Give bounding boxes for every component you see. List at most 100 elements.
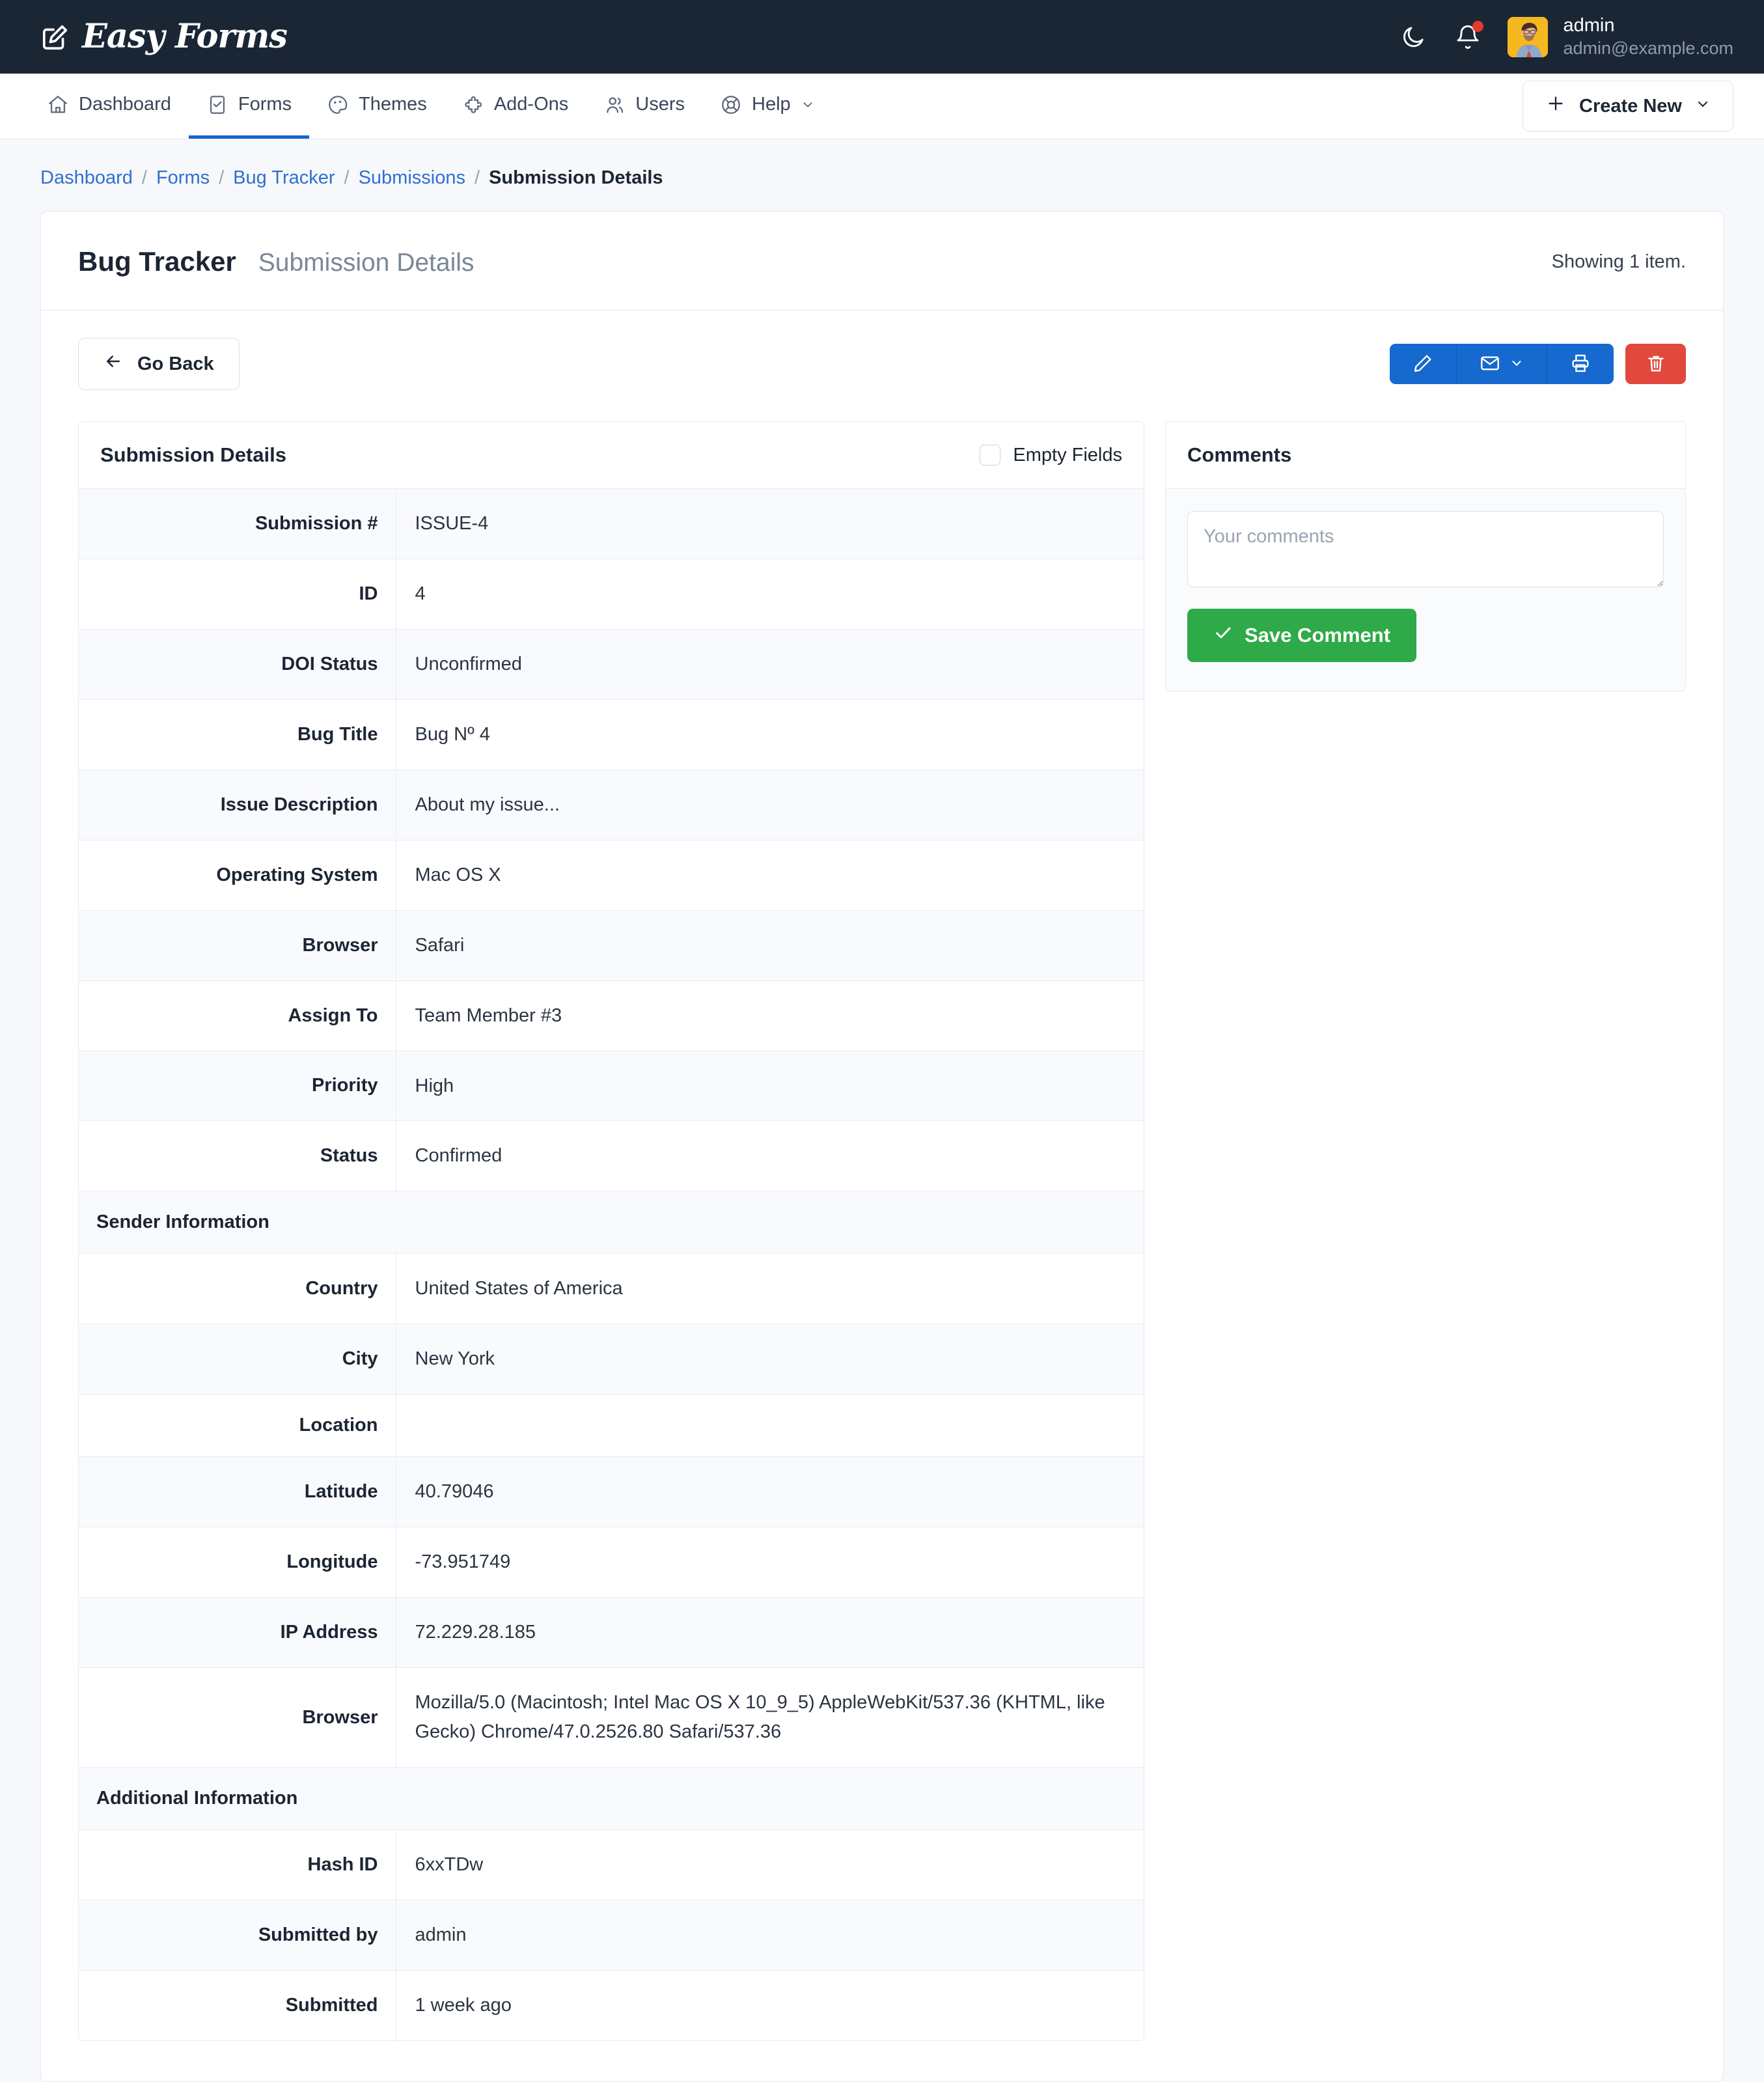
detail-row-label: Submitted — [79, 1970, 396, 2040]
detail-row: DOI Status Unconfirmed — [79, 629, 1144, 700]
user-menu[interactable]: admin admin@example.com — [1508, 14, 1733, 59]
detail-row-value: Safari — [415, 934, 465, 956]
palette-icon — [327, 94, 349, 116]
bell-icon[interactable] — [1453, 20, 1484, 52]
detail-row-label: IP Address — [79, 1597, 396, 1668]
detail-row-label: Browser — [79, 910, 396, 981]
detail-row-label: Assign To — [79, 980, 396, 1051]
user-name: admin — [1563, 15, 1615, 36]
nav-item-users[interactable]: Users — [586, 74, 702, 139]
create-new-button[interactable]: Create New — [1523, 81, 1733, 132]
nav-item-addons[interactable]: Add-Ons — [445, 74, 586, 139]
comments-title: Comments — [1187, 443, 1292, 466]
detail-row-value: Mac OS X — [415, 864, 501, 885]
detail-row-value: Bug Nº 4 — [415, 723, 490, 745]
plus-icon — [1545, 93, 1566, 119]
comments-body: Save Comment — [1166, 489, 1685, 691]
go-back-button[interactable]: Go Back — [78, 338, 240, 390]
detail-row-value: Team Member #3 — [415, 1005, 562, 1026]
chevron-down-icon — [1509, 356, 1524, 372]
detail-row-label: Hash ID — [79, 1829, 396, 1900]
clipboard-check-icon — [206, 94, 228, 116]
breadcrumb-item-forms[interactable]: Forms — [156, 167, 210, 189]
create-new-label: Create New — [1579, 95, 1682, 117]
puzzle-icon — [462, 94, 484, 116]
detail-row-label: Submission # — [79, 489, 396, 559]
detail-row: ID 4 — [79, 559, 1144, 630]
pencil-square-icon — [40, 22, 70, 52]
detail-section-label: Sender Information — [96, 1212, 269, 1233]
submission-action-group — [1390, 344, 1614, 384]
submission-details-table: Submission # ISSUE-4 ID 4 DOI Status Unconfir… — [79, 489, 1144, 2040]
detail-row-value: Unconfirmed — [415, 653, 522, 674]
save-comment-button[interactable]: Save Comment — [1187, 609, 1416, 662]
breadcrumb-item-submissions[interactable]: Submissions — [359, 167, 465, 189]
breadcrumb-separator: / — [474, 167, 480, 188]
submission-details-title: Submission Details — [100, 443, 286, 466]
detail-row-label: Country — [79, 1253, 396, 1324]
toolbar-right — [1390, 344, 1686, 384]
nav-label-addons: Add-Ons — [493, 94, 569, 115]
comments-column: Comments Save Comment — [1165, 421, 1686, 691]
submission-details-rows: Submission # ISSUE-4 ID 4 DOI Status Unconfir… — [79, 489, 1144, 2040]
home-icon — [47, 94, 69, 116]
detail-row: Bug Title Bug Nº 4 — [79, 699, 1144, 770]
detail-row-value: 6xxTDw — [415, 1853, 484, 1875]
detail-row-label: Browser — [79, 1667, 396, 1768]
email-button[interactable] — [1457, 344, 1547, 384]
page-subtitle: Submission Details — [258, 249, 475, 277]
detail-row-label: Bug Title — [79, 699, 396, 770]
submission-details-header: Submission Details Empty Fields — [79, 422, 1144, 489]
nav-label-forms: Forms — [238, 94, 292, 115]
detail-row-label: Operating System — [79, 840, 396, 911]
notification-badge — [1472, 20, 1484, 32]
brand-logo[interactable]: Easy Forms — [40, 17, 288, 56]
detail-row-value: High — [415, 1075, 454, 1096]
detail-row-value: United States of America — [415, 1278, 623, 1299]
chevron-down-icon — [1695, 96, 1711, 117]
brand-name: Easy Forms — [82, 17, 288, 56]
trash-icon — [1646, 353, 1666, 376]
moon-icon[interactable] — [1398, 22, 1428, 52]
comment-input[interactable] — [1187, 511, 1664, 587]
nav-right: Create New — [1523, 74, 1733, 139]
delete-button[interactable] — [1625, 344, 1686, 384]
detail-row: IP Address 72.229.28.185 — [79, 1597, 1144, 1668]
arrow-left-icon — [103, 352, 123, 376]
nav-item-forms[interactable]: Forms — [188, 74, 310, 139]
nav-item-themes[interactable]: Themes — [309, 74, 445, 139]
top-bar-actions: admin admin@example.com — [1398, 14, 1733, 59]
user-email: admin@example.com — [1563, 38, 1733, 58]
detail-row-label: Location — [79, 1394, 396, 1457]
breadcrumb-item-bug-tracker[interactable]: Bug Tracker — [233, 167, 335, 189]
detail-row: Submitted by admin — [79, 1900, 1144, 1971]
edit-button[interactable] — [1390, 344, 1457, 384]
breadcrumb-separator: / — [219, 167, 225, 188]
detail-row-value: -73.951749 — [415, 1551, 511, 1573]
nav-items: Dashboard Forms Themes Add-Ons Users Hel… — [40, 74, 833, 139]
empty-fields-toggle[interactable]: Empty Fields — [980, 445, 1122, 466]
detail-row: Priority High — [79, 1051, 1144, 1121]
detail-row: Longitude -73.951749 — [79, 1527, 1144, 1598]
detail-row: Browser Mozilla/5.0 (Macintosh; Intel Mac… — [79, 1667, 1144, 1768]
printer-icon — [1570, 353, 1591, 376]
main-nav: Dashboard Forms Themes Add-Ons Users Hel… — [0, 74, 1764, 139]
nav-label-themes: Themes — [359, 94, 427, 115]
detail-row-value — [396, 1395, 1144, 1457]
detail-row-label: Latitude — [79, 1456, 396, 1527]
detail-row-value: 4 — [415, 583, 426, 604]
detail-row-label: Priority — [79, 1051, 396, 1121]
breadcrumb-item-dashboard[interactable]: Dashboard — [40, 167, 133, 189]
nav-item-dashboard[interactable]: Dashboard — [40, 74, 189, 139]
top-bar: Easy Forms admin admin@example.com — [0, 0, 1764, 74]
detail-row-value: 72.229.28.185 — [415, 1622, 536, 1643]
detail-row-label: Submitted by — [79, 1900, 396, 1971]
empty-fields-label: Empty Fields — [1013, 444, 1122, 465]
detail-row: Operating System Mac OS X — [79, 840, 1144, 911]
empty-fields-checkbox[interactable] — [980, 445, 1001, 465]
breadcrumb-separator: / — [141, 167, 147, 188]
breadcrumb: Dashboard / Forms / Bug Tracker / Submis… — [0, 139, 1764, 189]
detail-section-row: Additional Information — [79, 1767, 1144, 1830]
print-button[interactable] — [1547, 344, 1614, 384]
nav-item-help[interactable]: Help — [702, 74, 833, 139]
